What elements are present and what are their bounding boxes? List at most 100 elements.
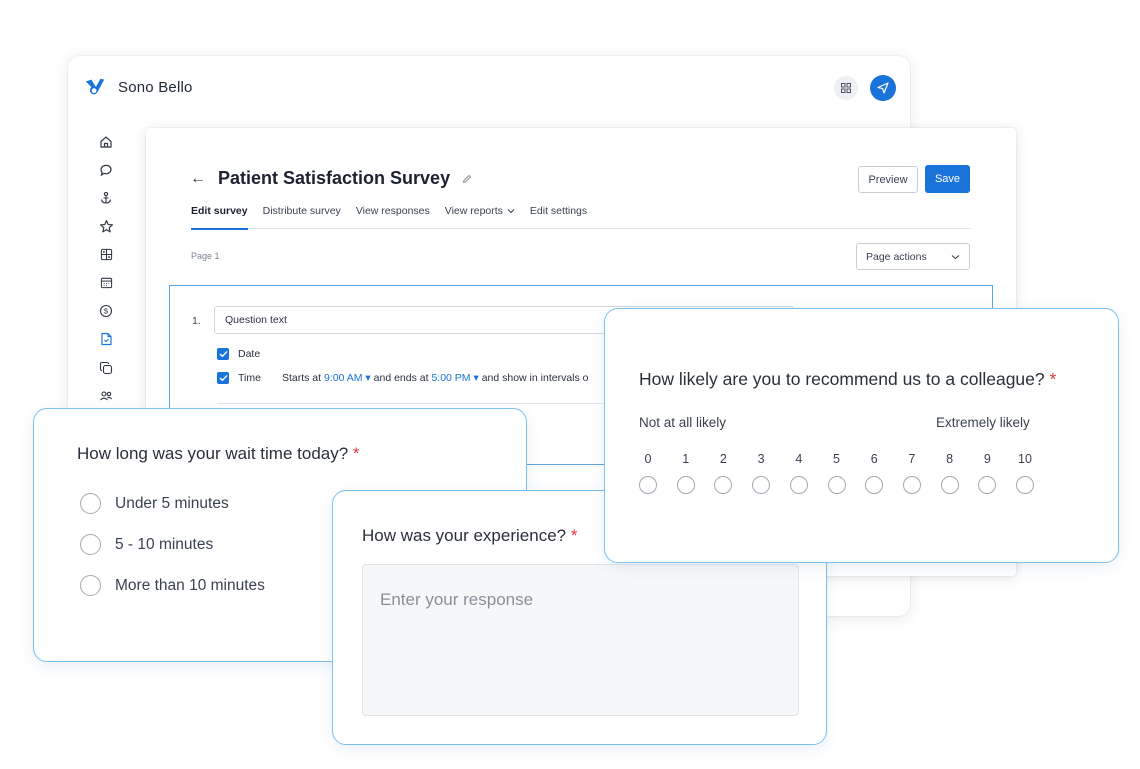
- nps-option[interactable]: 5: [827, 451, 846, 494]
- users-icon[interactable]: [96, 386, 116, 406]
- radio-button[interactable]: [978, 476, 997, 494]
- nps-option[interactable]: 0: [639, 451, 657, 494]
- back-arrow-icon[interactable]: ←: [190, 170, 206, 188]
- radio-button[interactable]: [676, 476, 695, 494]
- question-text-value: Question text: [225, 314, 287, 326]
- nps-low-label: Not at all likely: [639, 415, 727, 430]
- nps-number: 10: [1018, 452, 1032, 466]
- svg-text:$: $: [104, 307, 109, 316]
- response-textarea[interactable]: Enter your response: [362, 564, 799, 716]
- brand[interactable]: Sono Bello: [84, 76, 193, 98]
- radio-button[interactable]: [1016, 476, 1034, 494]
- question-text: How was your experience?: [362, 526, 567, 545]
- nps-number: 1: [682, 452, 690, 466]
- nps-question-card: How likely are you to recommend us to a …: [604, 308, 1119, 563]
- option-label: Time: [238, 372, 261, 384]
- document-icon[interactable]: [96, 329, 116, 349]
- nps-number: 6: [870, 452, 878, 466]
- save-button[interactable]: Save: [925, 165, 970, 193]
- nps-option[interactable]: 9: [978, 451, 997, 494]
- send-icon[interactable]: [870, 75, 896, 101]
- option-date[interactable]: Date: [217, 348, 260, 360]
- nps-number: 2: [719, 452, 727, 466]
- star-icon[interactable]: [96, 217, 116, 237]
- tab-view-responses[interactable]: View responses: [356, 205, 430, 229]
- question-number: 1.: [192, 315, 201, 327]
- header-actions: [834, 75, 896, 101]
- start-time-value: 9:00 AM: [323, 372, 363, 384]
- radio-button[interactable]: [639, 476, 657, 494]
- page-label: Page 1: [191, 251, 220, 261]
- question-title: How was your experience? *: [362, 526, 577, 546]
- grid-icon[interactable]: [834, 76, 858, 100]
- tab-distribute-survey[interactable]: Distribute survey: [263, 205, 341, 229]
- tab-edit-survey[interactable]: Edit survey: [191, 205, 248, 230]
- question-title: How likely are you to recommend us to a …: [639, 369, 1056, 390]
- radio-option[interactable]: More than 10 minutes: [80, 575, 265, 596]
- option-time[interactable]: Time Starts at 9:00 AM ▾ and ends at 5:0…: [217, 372, 589, 384]
- radio-button[interactable]: [80, 534, 101, 555]
- nps-number: 0: [644, 452, 652, 466]
- tab-edit-settings[interactable]: Edit settings: [530, 205, 587, 229]
- nps-number: 7: [908, 452, 916, 466]
- tab-label: Edit survey: [191, 205, 248, 217]
- preview-button[interactable]: Preview: [858, 166, 918, 193]
- copy-icon[interactable]: [96, 358, 116, 378]
- nps-number: 4: [795, 452, 803, 466]
- home-icon[interactable]: [96, 132, 116, 152]
- anchor-icon[interactable]: [96, 188, 116, 208]
- nps-high-label: Extremely likely: [936, 415, 1030, 430]
- tab-label: View responses: [355, 205, 430, 217]
- nps-option[interactable]: 6: [865, 451, 884, 494]
- radio-button[interactable]: [789, 476, 808, 494]
- nps-option[interactable]: 8: [940, 451, 959, 494]
- radio-button[interactable]: [827, 476, 846, 494]
- radio-button[interactable]: [902, 476, 921, 494]
- radio-button[interactable]: [752, 476, 771, 494]
- tab-view-reports[interactable]: View reports: [445, 205, 515, 229]
- time-middle: and ends at: [373, 372, 429, 384]
- chevron-down-icon: [507, 205, 515, 217]
- nps-option[interactable]: 10: [1016, 451, 1034, 494]
- option-label: Date: [238, 348, 261, 360]
- required-mark: *: [570, 526, 578, 545]
- question-text: How likely are you to recommend us to a …: [639, 369, 1045, 389]
- widgets-icon[interactable]: [96, 245, 116, 265]
- editor-header: ← Patient Satisfaction Survey: [190, 168, 472, 189]
- tab-label: Distribute survey: [262, 205, 341, 217]
- question-title: How long was your wait time today? *: [77, 444, 360, 464]
- time-suffix: and show in intervals o: [481, 372, 589, 384]
- start-time-select[interactable]: 9:00 AM ▾: [324, 372, 371, 384]
- response-placeholder: Enter your response: [380, 590, 534, 609]
- radio-button[interactable]: [714, 476, 733, 494]
- radio-option[interactable]: 5 - 10 minutes: [80, 534, 213, 555]
- radio-button[interactable]: [80, 493, 101, 514]
- required-mark: *: [1049, 369, 1057, 389]
- end-time-select[interactable]: 5:00 PM ▾: [431, 372, 478, 384]
- radio-button[interactable]: [940, 476, 959, 494]
- checkbox-checked-icon[interactable]: [217, 372, 229, 384]
- nps-number: 9: [983, 452, 991, 466]
- nps-option[interactable]: 7: [902, 451, 921, 494]
- chat-bubble-icon[interactable]: [96, 160, 116, 180]
- calendar-icon[interactable]: [96, 273, 116, 293]
- question-text: How long was your wait time today?: [77, 444, 349, 463]
- nps-option[interactable]: 1: [676, 451, 695, 494]
- brand-name: Sono Bello: [118, 78, 193, 96]
- editor-tabs: Edit survey Distribute survey View respo…: [191, 205, 971, 230]
- checkbox-checked-icon[interactable]: [217, 348, 229, 360]
- chevron-down-icon: [951, 254, 960, 259]
- nps-option[interactable]: 4: [789, 451, 808, 494]
- radio-option[interactable]: Under 5 minutes: [80, 493, 229, 514]
- nps-number: 3: [757, 452, 765, 466]
- brand-logo-icon: [85, 78, 105, 95]
- nps-option[interactable]: 3: [752, 451, 771, 494]
- dollar-icon[interactable]: $: [96, 301, 116, 321]
- nps-option[interactable]: 2: [714, 451, 733, 494]
- radio-label: 5 - 10 minutes: [115, 535, 214, 553]
- pencil-icon[interactable]: [462, 174, 472, 184]
- page-actions-dropdown[interactable]: Page actions: [856, 243, 970, 270]
- page-actions-label: Page actions: [866, 250, 927, 263]
- radio-button[interactable]: [865, 476, 884, 494]
- radio-button[interactable]: [80, 575, 101, 596]
